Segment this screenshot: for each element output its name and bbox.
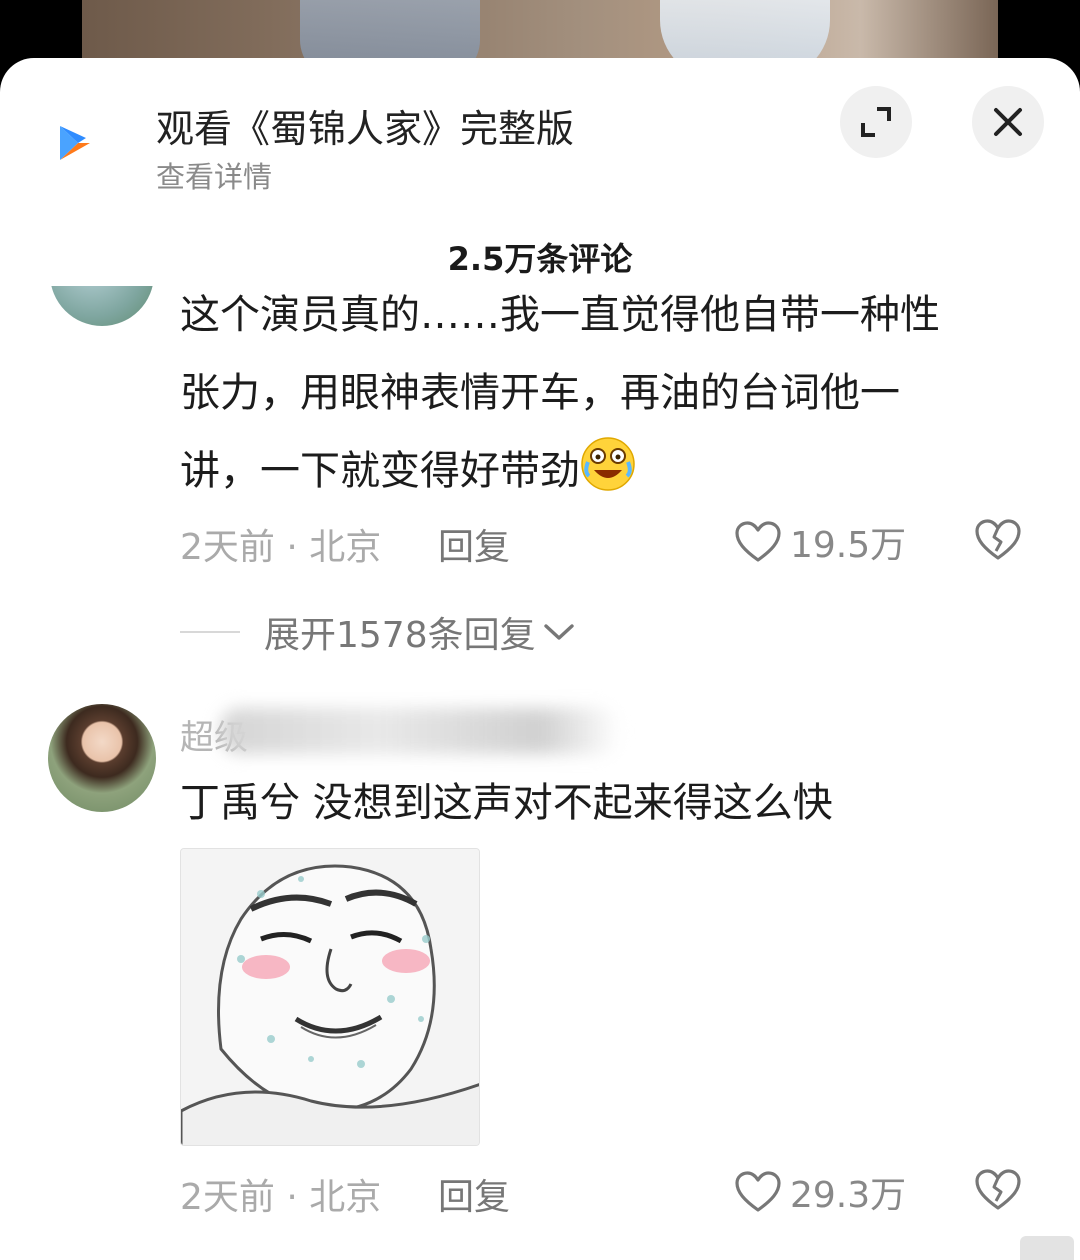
heart-icon xyxy=(735,1171,781,1212)
comment-image[interactable] xyxy=(180,848,480,1146)
like-count: 19.5万 xyxy=(790,525,907,566)
avatar[interactable] xyxy=(50,286,154,326)
comment-line: 张力，用眼神表情开车，再油的台词他一 xyxy=(180,370,900,416)
like-button[interactable]: 29.3万 xyxy=(734,1166,906,1218)
dislike-button[interactable] xyxy=(974,518,1022,566)
close-icon xyxy=(994,108,1022,136)
expand-replies-label: 展开1578条回复 xyxy=(264,615,536,656)
comment-time-location: 2天前 · 北京 xyxy=(180,1177,382,1218)
expand-button[interactable] xyxy=(840,86,912,158)
ad-title[interactable]: 观看《蜀锦人家》完整版 xyxy=(156,98,574,153)
comment-sheet: 观看《蜀锦人家》完整版 查看详情 2.5万条评论 这个演员真的……我一直觉得他自… xyxy=(0,58,1080,1260)
ad-banner[interactable]: 观看《蜀锦人家》完整版 查看详情 xyxy=(0,58,1080,208)
watermark xyxy=(1020,1236,1074,1260)
comment-time-location: 2天前 · 北京 xyxy=(180,527,382,568)
expand-icon xyxy=(861,107,891,137)
broken-heart-icon xyxy=(975,1169,1021,1210)
broken-heart-icon xyxy=(975,519,1021,560)
dislike-button[interactable] xyxy=(974,1168,1022,1216)
app-logo-icon xyxy=(60,126,90,160)
avatar[interactable] xyxy=(48,704,156,812)
comment-count-title: 2.5万条评论 xyxy=(447,240,633,278)
comment-text: 这个演员真的……我一直觉得他自带一种性 张力，用眼神表情开车，再油的台词他一 讲… xyxy=(180,276,1040,510)
ad-details-link[interactable]: 查看详情 xyxy=(156,154,272,196)
reply-button[interactable]: 回复 xyxy=(438,1168,510,1220)
blurred-username-mask xyxy=(220,708,620,754)
expand-replies[interactable]: 展开1578条回复 xyxy=(180,606,576,658)
chevron-down-icon xyxy=(543,624,574,640)
like-button[interactable]: 19.5万 xyxy=(734,516,906,568)
divider xyxy=(180,631,240,633)
reply-button[interactable]: 回复 xyxy=(438,518,510,570)
close-button[interactable] xyxy=(972,86,1044,158)
sweating-face-meme-image xyxy=(181,849,479,1145)
laughing-crying-emoji-icon xyxy=(581,437,635,491)
like-count: 29.3万 xyxy=(790,1175,907,1216)
comment-line: 讲，一下就变得好带劲 xyxy=(180,432,1040,510)
heart-icon xyxy=(735,521,781,562)
comment-line: 这个演员真的……我一直觉得他自带一种性 xyxy=(180,292,940,338)
comment-text: 丁禹兮 没想到这声对不起来得这么快 xyxy=(180,780,833,826)
